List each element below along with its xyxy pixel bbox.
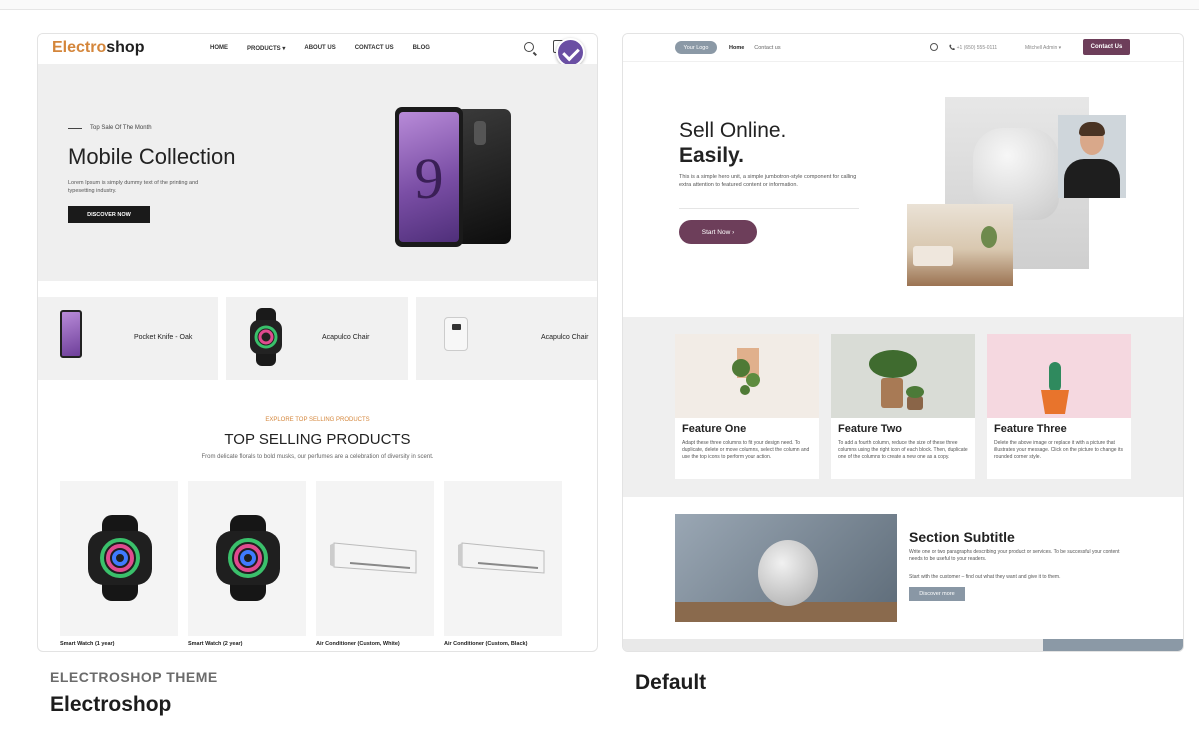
feature-text: Adapt these three columns to fit your de… [682, 440, 810, 460]
dash-line [68, 127, 82, 129]
top-bar [0, 0, 1199, 10]
logo-text: shop [106, 39, 145, 56]
product-name: Air Conditioner (Custom, White) [316, 641, 400, 647]
electroshop-menu: HOME PRODUCTS ▾ ABOUT US CONTACT US BLOG [210, 45, 430, 52]
air-fryer-thumbnail [444, 317, 468, 351]
start-now-button: Start Now › [679, 220, 757, 244]
contact-us-button: Contact Us [1083, 39, 1130, 55]
section-kicker: EXPLORE TOP SELLING PRODUCTS [265, 417, 370, 423]
category-tile: Pocket Knife - Oak [38, 297, 218, 380]
footer-strip [623, 639, 1043, 651]
electroshop-logo: Electroshop [52, 39, 144, 57]
air-conditioner-image [330, 542, 417, 574]
section-subtitle: Section Subtitle [909, 529, 1015, 545]
search-icon [524, 42, 534, 52]
feature-text: Delete the above image or replace it wit… [994, 440, 1123, 460]
hero-title-line1: Sell Online. [679, 119, 787, 142]
section-subtitle: From delicate florals to bold musks, our… [201, 454, 434, 460]
hero-title-line2: Easily. [679, 144, 744, 167]
product-name: Air Conditioner (Custom, Black) [444, 641, 528, 647]
tile-label: Pocket Knife - Oak [134, 334, 193, 341]
smart-watch-image [88, 515, 152, 601]
discover-more-button: Discover more [909, 587, 965, 601]
phone-thumbnail [60, 310, 82, 358]
hero-description: Lorem Ipsum is simply dummy text of the … [68, 180, 199, 194]
theme-kicker-label: ELECTROSHOP THEME [50, 669, 218, 685]
feature-card: Feature One Adapt these three columns to… [675, 334, 819, 479]
hero-description: This is a simple hero unit, a simple jum… [679, 174, 857, 188]
menu-item-products: PRODUCTS ▾ [247, 46, 286, 52]
logo-accent-text: Electro [52, 39, 107, 56]
watch-thumbnail [250, 308, 282, 366]
default-navbar: Your Logo Home Contact us 📞 +1 (650) 555… [623, 34, 1183, 62]
tile-label: Acapulco Chair [541, 334, 589, 341]
hero-title: Mobile Collection [68, 144, 236, 169]
air-conditioner-image [458, 542, 545, 574]
menu-item-contact: Contact us [754, 45, 781, 51]
theme-name-electroshop[interactable]: Electroshop [50, 693, 171, 717]
bed-shape [913, 246, 953, 266]
your-logo: Your Logo [675, 41, 717, 54]
phone-screen-numeral: 9 [414, 146, 444, 211]
phone-back-image [456, 109, 511, 244]
discover-now-button: DISCOVER NOW [68, 206, 150, 223]
footer-strip-accent [1043, 639, 1183, 651]
cactus-image [987, 334, 1131, 418]
hanging-plant-image [675, 334, 819, 418]
product-card [188, 481, 306, 636]
product-name: Smart Watch (2 year) [188, 641, 243, 647]
plant-shape [981, 226, 997, 248]
product-card [444, 481, 562, 636]
smart-watch-image [216, 515, 280, 601]
feature-title: Feature Three [994, 423, 1067, 435]
product-name: Smart Watch (1 year) [60, 641, 115, 647]
section-paragraph: Start with the customer – find out what … [909, 574, 1061, 580]
hero-kicker: Top Sale Of The Month [68, 125, 152, 131]
room-photo [907, 204, 1013, 286]
hero-kicker-text: Top Sale Of The Month [90, 125, 152, 131]
menu-item-home: Home [729, 45, 745, 51]
menu-item-contact: CONTACT US [354, 45, 394, 51]
section-paragraph: Write one or two paragraphs describing y… [909, 549, 1120, 562]
menu-item-blog: BLOG [412, 45, 430, 51]
person-hair [1079, 122, 1105, 136]
feature-title: Feature Two [838, 423, 902, 435]
search-icon [930, 43, 938, 51]
phone-number: 📞 +1 (650) 555-0111 [949, 45, 998, 51]
feature-card: Feature Three Delete the above image or … [987, 334, 1131, 479]
tile-label: Acapulco Chair [322, 334, 370, 341]
theme-name-default[interactable]: Default [635, 671, 706, 695]
potted-plant-image [831, 334, 975, 418]
hero-title: Sell Online. Easily. [679, 118, 786, 168]
feature-text: To add a fourth column, reduce the size … [838, 440, 968, 460]
homepod-photo [675, 514, 897, 622]
feature-title: Feature One [682, 423, 747, 435]
category-tile: Acapulco Chair [416, 297, 597, 380]
category-tile: Acapulco Chair [226, 297, 408, 380]
menu-item-about: ABOUT US [304, 45, 336, 51]
default-menu: Home Contact us [729, 45, 781, 51]
theme-card-default[interactable]: Your Logo Home Contact us 📞 +1 (650) 555… [622, 33, 1184, 652]
menu-item-home: HOME [210, 45, 228, 51]
person-body [1064, 159, 1120, 198]
product-card [316, 481, 434, 636]
electroshop-navbar: Electroshop HOME PRODUCTS ▾ ABOUT US CON… [38, 34, 597, 64]
feature-card: Feature Two To add a fourth column, redu… [831, 334, 975, 479]
selected-check-icon [556, 38, 585, 67]
phone-front-image: 9 [395, 107, 463, 247]
smart-speaker [758, 540, 818, 606]
section-title: TOP SELLING PRODUCTS [224, 431, 411, 448]
electroshop-hero: Top Sale Of The Month Mobile Collection … [38, 64, 597, 281]
user-menu: Mitchell Admin ▾ [1025, 45, 1062, 51]
camera-module [474, 121, 486, 145]
person-photo [1058, 115, 1126, 198]
product-card [60, 481, 178, 636]
theme-card-electroshop[interactable]: Electroshop HOME PRODUCTS ▾ ABOUT US CON… [37, 33, 598, 652]
divider [679, 208, 859, 209]
